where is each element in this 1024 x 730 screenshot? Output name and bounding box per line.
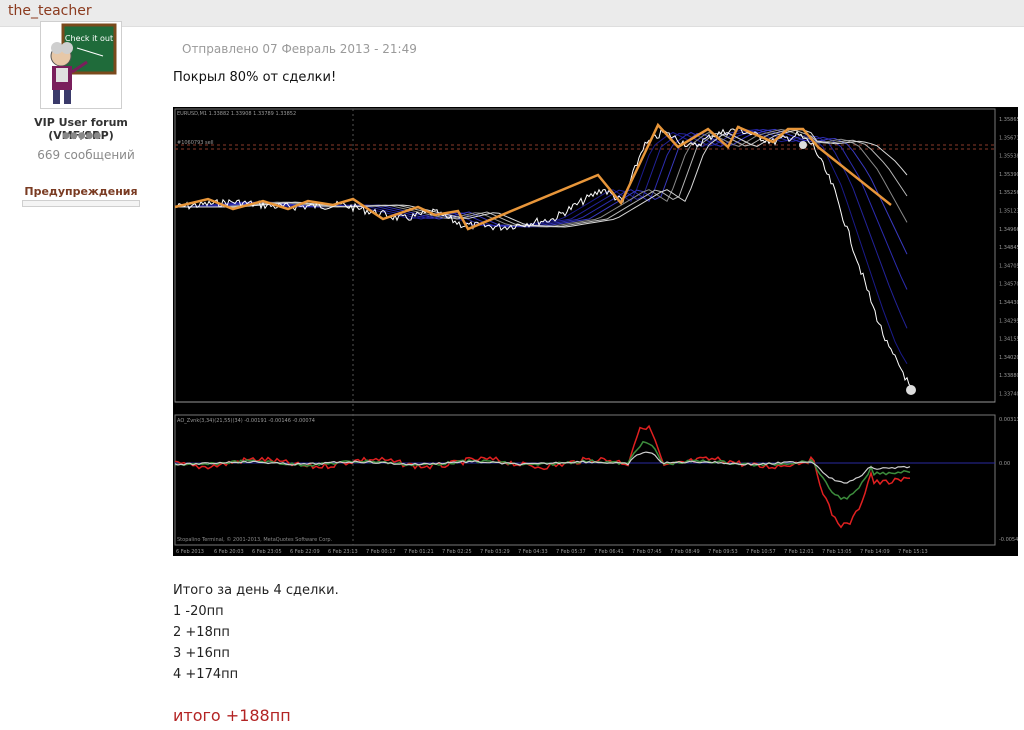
oscillator-tick-label: 0.00 bbox=[999, 461, 1010, 467]
price-tick-label: 1.35256 bbox=[999, 190, 1018, 196]
teacher-avatar-image: Check it out bbox=[50, 23, 117, 104]
avatar-chalk-text: Check it out bbox=[65, 34, 113, 43]
close-order-marker bbox=[906, 385, 916, 395]
avatar[interactable]: Check it out bbox=[40, 21, 122, 109]
price-tick-label: 1.35671 bbox=[999, 135, 1018, 141]
time-tick-label: 7 Feb 02:25 bbox=[442, 549, 472, 555]
time-tick-label: 7 Feb 07:45 bbox=[632, 549, 662, 555]
total-result: итого +188пп bbox=[173, 706, 291, 725]
post-timestamp: Отправлено 07 Февраль 2013 - 21:49 bbox=[182, 42, 417, 56]
oscillator-tick-label: -0.00540 bbox=[999, 537, 1018, 543]
price-tick-label: 1.34020 bbox=[999, 355, 1018, 361]
summary-line: 1 -20пп bbox=[173, 604, 224, 619]
time-tick-label: 6 Feb 23:13 bbox=[328, 549, 358, 555]
price-tick-label: 1.34705 bbox=[999, 263, 1018, 269]
copyright-label: Stopalino Terminal, © 2001-2013, MetaQuo… bbox=[177, 536, 333, 543]
price-tick-label: 1.35123 bbox=[999, 209, 1018, 215]
price-tick-label: 1.34430 bbox=[999, 300, 1018, 306]
trade-summary: Итого за день 4 сделки. 1 -20пп 2 +18пп … bbox=[173, 580, 339, 685]
price-tick-label: 1.34966 bbox=[999, 227, 1018, 233]
time-tick-label: 7 Feb 03:29 bbox=[480, 549, 510, 555]
time-tick-label: 6 Feb 23:05 bbox=[252, 549, 282, 555]
time-tick-label: 7 Feb 08:49 bbox=[670, 549, 700, 555]
oscillator-label: AO_Zvnk(3,34)(21,55)(34) -0.00191 -0.001… bbox=[177, 418, 315, 424]
time-tick-label: 7 Feb 12:01 bbox=[784, 549, 814, 555]
summary-line: Итого за день 4 сделки. bbox=[173, 583, 339, 598]
price-tick-label: 1.35538 bbox=[999, 154, 1018, 160]
time-tick-label: 7 Feb 13:05 bbox=[822, 549, 852, 555]
symbol-label: EURUSD,M1 1.33882 1.33908 1.33789 1.3385… bbox=[177, 111, 296, 117]
oscillator-tick-label: 0.00313 bbox=[999, 417, 1018, 423]
order-label: #1060793 sell bbox=[177, 140, 214, 146]
author-name-link[interactable]: the_teacher bbox=[8, 3, 92, 19]
time-tick-label: 7 Feb 06:41 bbox=[594, 549, 624, 555]
time-tick-label: 7 Feb 15:13 bbox=[898, 549, 928, 555]
time-tick-label: 7 Feb 04:33 bbox=[518, 549, 548, 555]
warnings-level-bar bbox=[22, 200, 140, 207]
time-tick-label: 7 Feb 14:09 bbox=[860, 549, 890, 555]
price-tick-label: 1.35390 bbox=[999, 172, 1018, 178]
summary-line: 4 +174пп bbox=[173, 667, 239, 682]
trading-chart-image[interactable]: EURUSD,M1 1.33882 1.33908 1.33789 1.3385… bbox=[173, 107, 1021, 556]
rank-pips: ●●●●● bbox=[62, 131, 102, 141]
warnings-link[interactable]: Предупреждения bbox=[0, 185, 162, 198]
open-order-marker bbox=[799, 141, 807, 149]
post-headline: Покрыл 80% от сделки! bbox=[173, 70, 337, 85]
time-tick-label: 7 Feb 10:57 bbox=[746, 549, 776, 555]
price-tick-label: 1.34845 bbox=[999, 245, 1018, 251]
time-tick-label: 7 Feb 01:21 bbox=[404, 549, 434, 555]
summary-line: 3 +16пп bbox=[173, 646, 230, 661]
price-tick-label: 1.33880 bbox=[999, 373, 1018, 379]
time-tick-label: 7 Feb 00:17 bbox=[366, 549, 396, 555]
post-header-bar: the_teacher bbox=[0, 0, 1024, 27]
price-tick-label: 1.34295 bbox=[999, 318, 1018, 324]
time-tick-label: 7 Feb 05:37 bbox=[556, 549, 586, 555]
chart-canvas: EURUSD,M1 1.33882 1.33908 1.33789 1.3385… bbox=[173, 107, 1021, 556]
price-tick-label: 1.35865 bbox=[999, 117, 1018, 123]
price-tick-label: 1.34155 bbox=[999, 337, 1018, 343]
time-tick-label: 6 Feb 2013 bbox=[176, 549, 204, 555]
price-tick-label: 1.34570 bbox=[999, 282, 1018, 288]
post-count: 669 сообщений bbox=[37, 148, 135, 162]
time-tick-label: 7 Feb 09:53 bbox=[708, 549, 738, 555]
time-tick-label: 6 Feb 22:09 bbox=[290, 549, 320, 555]
summary-line: 2 +18пп bbox=[173, 625, 230, 640]
time-tick-label: 6 Feb 20:03 bbox=[214, 549, 244, 555]
price-tick-label: 1.33740 bbox=[999, 392, 1018, 398]
